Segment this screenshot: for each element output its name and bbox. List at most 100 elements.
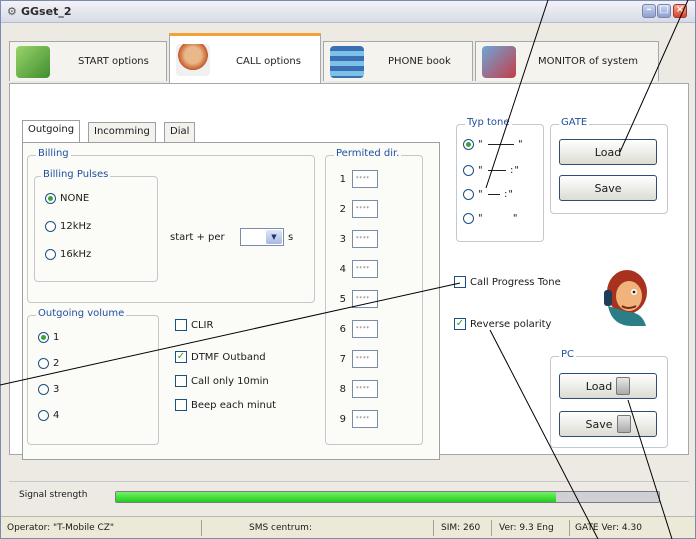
radio-dot: [463, 139, 474, 150]
close-icon: ×: [675, 4, 685, 15]
tab-outgoing-label: Outgoing: [28, 124, 75, 135]
row-number: 1: [339, 173, 346, 185]
tab-phone-book[interactable]: PHONE book: [323, 41, 473, 81]
volume-radio-3[interactable]: 3: [38, 384, 59, 395]
permitted-dir-group: Permited dir. 1 **** 2 **** 3 **** 4 **** 5 *…: [325, 148, 423, 445]
close-button[interactable]: ×: [673, 4, 687, 18]
window-title: GGset_2: [21, 5, 72, 18]
permitted-field[interactable]: ****: [352, 290, 378, 308]
typ-tone-legend: Typ tone: [465, 117, 512, 128]
checkbox-box: [175, 375, 187, 387]
checkbox-label: Call Progress Tone: [470, 276, 561, 288]
pc-legend: PC: [559, 349, 577, 360]
volume-radio-1[interactable]: 1: [38, 332, 59, 343]
permitted-field[interactable]: ****: [352, 380, 378, 398]
permitted-row: 5 ****: [330, 290, 378, 308]
permitted-field[interactable]: ****: [352, 350, 378, 368]
tab-phone-book-label: PHONE book: [388, 56, 451, 67]
app-icon: ⚙: [7, 5, 17, 18]
radio-label: 4: [53, 410, 60, 421]
gate-save-button[interactable]: Save: [559, 175, 657, 201]
permitted-field[interactable]: ****: [352, 200, 378, 218]
signal-strength-row: Signal strength: [9, 481, 689, 509]
row-number: 5: [339, 293, 346, 305]
volume-radio-2[interactable]: 2: [38, 358, 59, 369]
status-gate-version: GATE Ver: 4.30: [575, 523, 642, 533]
permitted-row: 8 ****: [330, 380, 378, 398]
tab-start-options[interactable]: START options: [9, 41, 167, 81]
volume-radio-4[interactable]: 4: [38, 410, 59, 421]
billing-radio-12khz[interactable]: 12kHz: [45, 221, 91, 232]
checkbox-label: DTMF Outband: [191, 351, 266, 363]
start-per-label: start + per: [170, 232, 225, 243]
gate-group: GATE Load Save: [550, 117, 668, 214]
status-divider: [569, 520, 570, 536]
outgoing-panel: Billing Billing Pulses NONE 12kHz 16kHz …: [22, 142, 440, 460]
permitted-field[interactable]: ****: [352, 320, 378, 338]
radio-label: 12kHz: [60, 221, 92, 232]
title-bar: ⚙ GGset_2 – □ ×: [1, 1, 695, 23]
tab-dial-label: Dial: [170, 126, 190, 137]
tab-incomming[interactable]: Incomming: [88, 122, 156, 143]
billing-radio-none[interactable]: NONE: [45, 193, 89, 204]
permitted-row: 7 ****: [330, 350, 378, 368]
billing-group: Billing Billing Pulses NONE 12kHz 16kHz …: [27, 148, 315, 303]
pc-load-label: Load: [585, 379, 613, 393]
tone-pattern-1: " ": [478, 139, 524, 150]
signal-strength-bar: [115, 491, 660, 503]
typ-tone-radio-4[interactable]: " ": [463, 213, 518, 224]
permitted-row: 4 ****: [330, 260, 378, 278]
clir-checkbox[interactable]: CLIR: [175, 319, 213, 331]
permitted-field[interactable]: ****: [352, 170, 378, 188]
tone-pattern-4: " ": [478, 213, 519, 224]
tab-monitor-of-system[interactable]: MONITOR of system: [475, 41, 659, 81]
status-operator: Operator: "T-Mobile CZ": [7, 523, 115, 533]
call-only-10min-checkbox[interactable]: Call only 10min: [175, 375, 269, 387]
radio-dot: [45, 249, 56, 260]
permitted-field[interactable]: ****: [352, 260, 378, 278]
signal-strength-label: Signal strength: [19, 490, 88, 500]
dtmf-outband-checkbox[interactable]: ✓ DTMF Outband: [175, 351, 266, 363]
gate-load-button[interactable]: Load: [559, 139, 657, 165]
call-progress-tone-checkbox[interactable]: Call Progress Tone: [454, 276, 561, 288]
radio-dot: [38, 384, 49, 395]
pc-load-button[interactable]: Load: [559, 373, 657, 399]
tone-pattern-3: " :": [478, 189, 514, 200]
minimize-button[interactable]: –: [642, 4, 656, 18]
checkmark-icon: ✓: [175, 351, 187, 363]
app-window: ⚙ GGset_2 – □ × START options CALL optio…: [0, 0, 696, 539]
start-per-select[interactable]: ▼: [240, 228, 284, 246]
typ-tone-radio-2[interactable]: " :": [463, 165, 520, 176]
outgoing-volume-group: Outgoing volume 1 2 3 4: [27, 308, 159, 445]
status-divider: [201, 520, 202, 536]
maximize-button[interactable]: □: [657, 4, 671, 18]
typ-tone-radio-1[interactable]: " ": [463, 139, 524, 150]
status-sms-centrum: SMS centrum:: [249, 523, 312, 533]
tab-outgoing[interactable]: Outgoing: [22, 120, 81, 144]
tab-start-options-label: START options: [78, 56, 149, 67]
tab-call-options[interactable]: CALL options: [169, 33, 321, 85]
checkbox-label: CLIR: [191, 319, 214, 331]
permitted-field[interactable]: ****: [352, 230, 378, 248]
tone-pattern-2: " :": [478, 165, 520, 176]
chevron-down-icon: ▼: [266, 230, 282, 244]
radio-dot: [463, 189, 474, 200]
row-number: 4: [339, 263, 346, 275]
checkbox-label: Beep each minut: [191, 399, 277, 411]
billing-legend: Billing: [36, 148, 71, 159]
call-options-icon: [176, 44, 210, 76]
reverse-polarity-checkbox[interactable]: ✓ Reverse polarity: [454, 318, 551, 330]
typ-tone-radio-3[interactable]: " :": [463, 189, 514, 200]
tab-dial[interactable]: Dial: [164, 122, 196, 143]
permitted-field[interactable]: ****: [352, 410, 378, 428]
typ-tone-group: Typ tone " " " :" " :" " ": [456, 117, 544, 242]
call-options-panel: Outgoing Incomming Dial Billing Billing …: [9, 83, 689, 460]
beep-each-minut-checkbox[interactable]: Beep each minut: [175, 399, 276, 411]
pc-save-icon: [616, 415, 631, 433]
operator-mascot-icon: [598, 266, 656, 328]
pc-save-button[interactable]: Save: [559, 411, 657, 437]
radio-dot: [38, 358, 49, 369]
row-number: 9: [339, 413, 346, 425]
billing-radio-16khz[interactable]: 16kHz: [45, 249, 91, 260]
row-number: 7: [339, 353, 346, 365]
